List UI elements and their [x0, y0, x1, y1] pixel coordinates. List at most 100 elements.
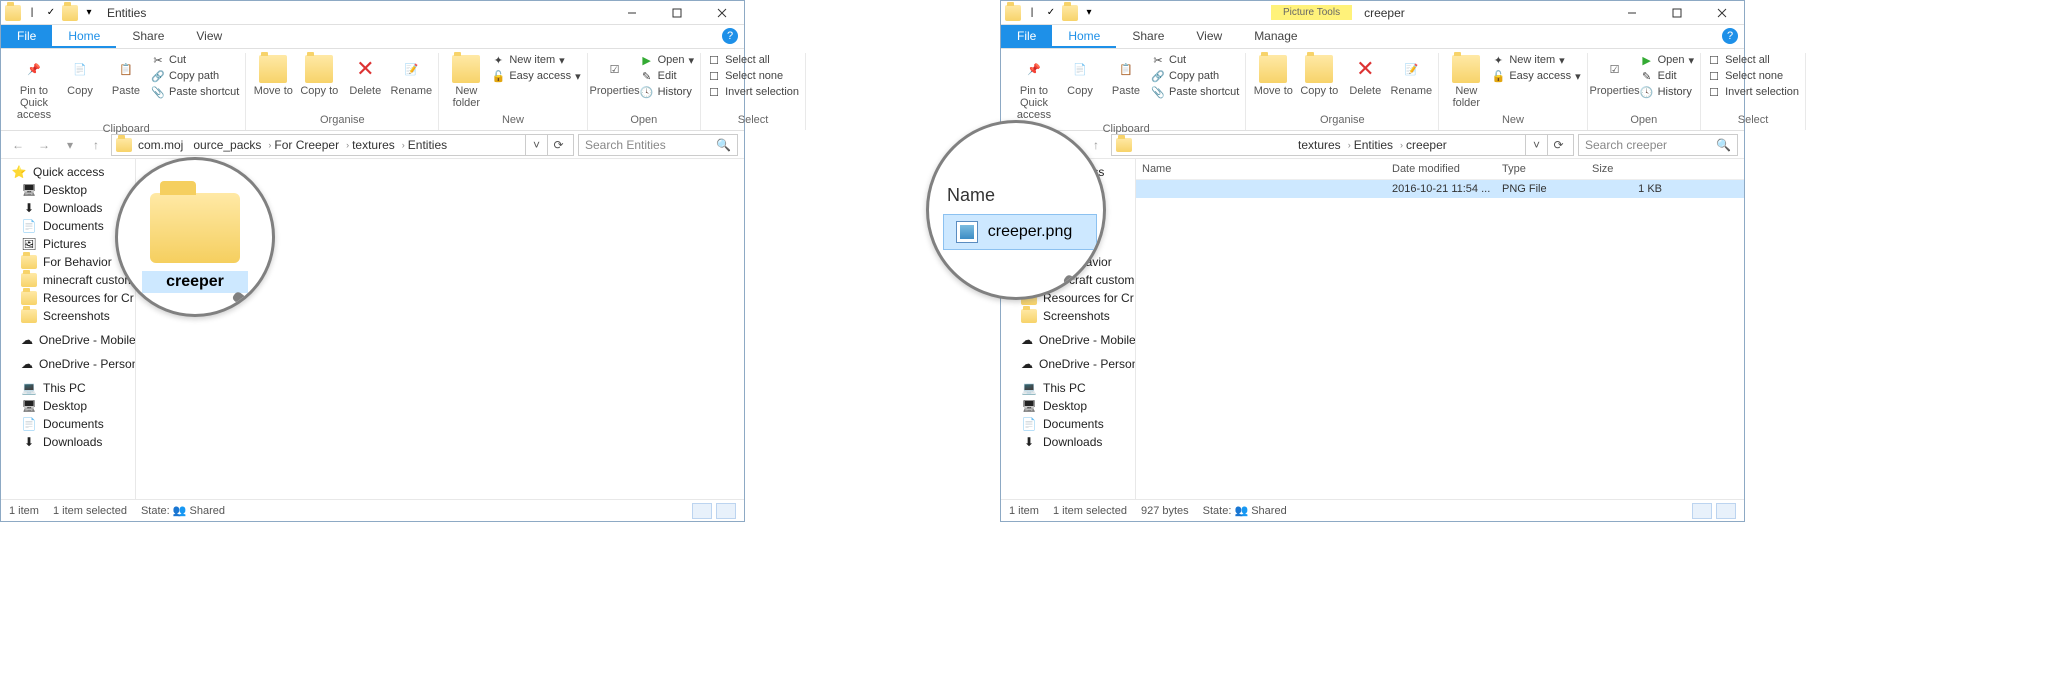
new-folder-button[interactable]: New folder [1445, 53, 1487, 109]
pin-to-quick-access-button[interactable]: 📌Pin to Quick access [1013, 53, 1055, 121]
breadcrumb[interactable]: creeper [1406, 138, 1447, 152]
up-button[interactable]: ↑ [1085, 134, 1107, 156]
breadcrumb[interactable]: Entities [408, 138, 447, 152]
properties-button[interactable]: ☑Properties [1594, 53, 1636, 97]
column-headers[interactable]: Name Date modified Type Size [1136, 159, 1744, 180]
invert-selection-button[interactable]: ☐Invert selection [707, 85, 799, 99]
address-bar[interactable]: com.moj ource_packs› For Creeper› textur… [111, 134, 574, 156]
sidebar-item[interactable]: For Behavior [1, 253, 135, 271]
select-all-button[interactable]: ☐Select all [1707, 53, 1799, 67]
easy-access-button[interactable]: 🔓Easy access▾ [1491, 69, 1580, 83]
sidebar-item[interactable]: minecraft custom [1, 271, 135, 289]
paste-shortcut-button[interactable]: 📎Paste shortcut [1151, 85, 1239, 99]
sidebar-item[interactable]: 🖥Desktop [1, 397, 135, 415]
rename-button[interactable]: 📝Rename [390, 53, 432, 97]
forward-button[interactable]: → [33, 134, 55, 156]
tab-view[interactable]: View [1180, 25, 1238, 48]
sidebar-item[interactable]: ☁OneDrive - Mobile [1, 331, 135, 349]
select-all-button[interactable]: ☐Select all [707, 53, 799, 67]
help-button[interactable]: ? [722, 28, 738, 44]
copy-to-button[interactable]: Copy to [298, 53, 340, 97]
easy-access-button[interactable]: 🔓Easy access▾ [491, 69, 580, 83]
content-pane[interactable]: Name Date modified Type Size 2016-10-21 … [1136, 159, 1744, 499]
cut-button[interactable]: ✂Cut [1151, 53, 1239, 67]
sidebar-item[interactable]: ⬇Downloads [1, 199, 135, 217]
close-button[interactable] [699, 1, 744, 25]
sidebar-item[interactable]: ☁OneDrive - Mobile [1001, 331, 1135, 349]
minimize-button[interactable] [609, 1, 654, 25]
dropdown-icon[interactable]: ▾ [1081, 5, 1097, 21]
sidebar-item[interactable]: 💻This PC [1, 379, 135, 397]
history-button[interactable]: 🕓History [1640, 85, 1694, 99]
maximize-button[interactable] [1654, 1, 1699, 25]
breadcrumb[interactable]: com.moj [138, 138, 193, 152]
sidebar-item[interactable]: ☁OneDrive - Person [1001, 355, 1135, 373]
delete-button[interactable]: ✕Delete [344, 53, 386, 97]
refresh-button[interactable]: ⟳ [1547, 134, 1569, 156]
sidebar-item[interactable]: ⬇Downloads [1001, 433, 1135, 451]
breadcrumb[interactable]: Entities› [1354, 138, 1406, 152]
cut-button[interactable]: ✂Cut [151, 53, 239, 67]
sidebar-item[interactable]: ☁OneDrive - Person [1, 355, 135, 373]
navigation-pane[interactable]: ⭐Quick access🖥Desktop⬇Downloads📄Document… [1, 159, 136, 499]
file-row-creeper[interactable]: 2016-10-21 11:54 ... PNG File 1 KB [1136, 180, 1744, 198]
folder-open-icon[interactable] [62, 5, 78, 21]
dropdown-icon[interactable]: ▾ [81, 5, 97, 21]
refresh-button[interactable]: ⟳ [547, 134, 569, 156]
tab-manage[interactable]: Manage [1238, 25, 1313, 48]
breadcrumb[interactable]: textures› [1298, 138, 1354, 152]
sidebar-item[interactable]: Screenshots [1001, 307, 1135, 325]
invert-selection-button[interactable]: ☐Invert selection [1707, 85, 1799, 99]
context-tab-picture-tools[interactable]: Picture Tools [1271, 5, 1352, 20]
select-none-button[interactable]: ☐Select none [707, 69, 799, 83]
sidebar-item[interactable]: 📄Documents [1001, 415, 1135, 433]
tab-file[interactable]: File [1001, 25, 1052, 48]
help-button[interactable]: ? [1722, 28, 1738, 44]
sidebar-item[interactable]: Resources for Cr [1, 289, 135, 307]
move-to-button[interactable]: Move to [252, 53, 294, 97]
maximize-button[interactable] [654, 1, 699, 25]
history-button[interactable]: 🕓History [640, 85, 694, 99]
icons-view-button[interactable] [716, 503, 736, 519]
copy-button[interactable]: 📄Copy [1059, 53, 1101, 97]
icons-view-button[interactable] [1716, 503, 1736, 519]
tab-view[interactable]: View [180, 25, 238, 48]
sidebar-item[interactable]: ⬇Downloads [1, 433, 135, 451]
address-bar[interactable]: textures› Entities› creeper ˅ ⟳ [1111, 134, 1574, 156]
back-button[interactable]: ← [7, 134, 29, 156]
pin-to-quick-access-button[interactable]: 📌Pin to Quick access [13, 53, 55, 121]
col-type[interactable]: Type [1502, 163, 1592, 175]
tab-home[interactable]: Home [1052, 25, 1116, 48]
details-view-button[interactable] [692, 503, 712, 519]
close-button[interactable] [1699, 1, 1744, 25]
paste-button[interactable]: 📋Paste [1105, 53, 1147, 97]
tab-share[interactable]: Share [1116, 25, 1180, 48]
edit-button[interactable]: ✎Edit [1640, 69, 1694, 83]
dropdown-button[interactable]: ˅ [525, 134, 547, 156]
sidebar-item[interactable]: 🖥Desktop [1, 181, 135, 199]
col-date[interactable]: Date modified [1392, 163, 1502, 175]
details-view-button[interactable] [1692, 503, 1712, 519]
tab-file[interactable]: File [1, 25, 52, 48]
new-folder-button[interactable]: New folder [445, 53, 487, 109]
sidebar-item[interactable]: ⭐Quick access [1, 163, 135, 181]
check-icon[interactable]: ✓ [43, 5, 59, 21]
copy-button[interactable]: 📄Copy [59, 53, 101, 97]
check-icon[interactable]: ✓ [1043, 5, 1059, 21]
open-button[interactable]: ▶Open▾ [640, 53, 694, 67]
delete-button[interactable]: ✕Delete [1344, 53, 1386, 97]
breadcrumb[interactable]: For Creeper› [274, 138, 352, 152]
move-to-button[interactable]: Move to [1252, 53, 1294, 97]
up-button[interactable]: ↑ [85, 134, 107, 156]
breadcrumb[interactable]: textures› [352, 138, 408, 152]
paste-button[interactable]: 📋Paste [105, 53, 147, 97]
folder-open-icon[interactable] [1062, 5, 1078, 21]
properties-button[interactable]: ☑Properties [594, 53, 636, 97]
rename-button[interactable]: 📝Rename [1390, 53, 1432, 97]
minimize-button[interactable] [1609, 1, 1654, 25]
paste-shortcut-button[interactable]: 📎Paste shortcut [151, 85, 239, 99]
sidebar-item[interactable]: 💻This PC [1001, 379, 1135, 397]
search-input[interactable]: Search creeper🔍 [1578, 134, 1738, 156]
recent-dropdown[interactable]: ▾ [59, 134, 81, 156]
sidebar-item[interactable]: Screenshots [1, 307, 135, 325]
